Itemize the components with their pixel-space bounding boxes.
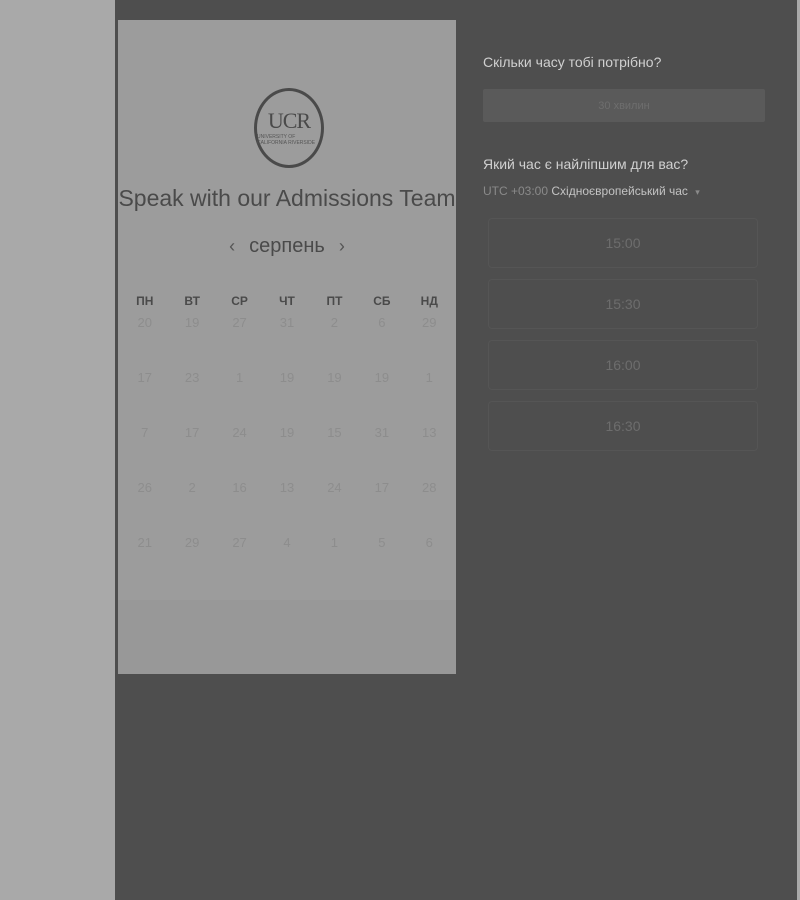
weekday-label: ЧТ xyxy=(279,294,295,308)
calendar-date[interactable]: 31 xyxy=(263,312,310,367)
calendar-date[interactable]: 17 xyxy=(358,477,405,532)
weekday-label: НД xyxy=(420,294,438,308)
weekday-label: СР xyxy=(231,294,248,308)
calendar-date[interactable]: 1 xyxy=(311,532,358,587)
scheduler-title: Speak with our Admissions Team xyxy=(118,185,456,211)
calendar-date[interactable]: 19 xyxy=(263,367,310,422)
calendar-date[interactable]: 1 xyxy=(406,367,453,422)
calendar-date[interactable]: 17 xyxy=(121,367,168,422)
chevron-left-icon[interactable]: ‹ xyxy=(229,236,235,257)
calendar-date[interactable]: 28 xyxy=(406,477,453,532)
logo-text: UCR xyxy=(267,108,311,133)
calendar-date[interactable]: 1 xyxy=(216,367,263,422)
calendar-date[interactable]: 17 xyxy=(168,422,215,477)
timezone-name: Східноєвропейський час xyxy=(551,184,688,198)
logo-subtext: UNIVERSITY OF CALIFORNIA RIVERSIDE xyxy=(257,134,316,146)
calendar-week: 21 29 27 4 1 5 6 xyxy=(121,532,453,587)
time-slot-list: 15:00 15:30 16:00 16:30 xyxy=(488,218,758,462)
calendar-date[interactable]: 23 xyxy=(168,367,215,422)
calendar-week: 20 19 27 31 2 6 29 xyxy=(121,312,453,367)
calendar-date[interactable]: 29 xyxy=(168,532,215,587)
calendar-card-footer xyxy=(118,600,456,674)
calendar-date[interactable]: 7 xyxy=(121,422,168,477)
calendar-date[interactable]: 19 xyxy=(168,312,215,367)
chevron-down-icon: ▾ xyxy=(695,187,700,197)
calendar-date[interactable]: 29 xyxy=(406,312,453,367)
calendar-date[interactable]: 27 xyxy=(216,312,263,367)
calendar-date[interactable]: 27 xyxy=(216,532,263,587)
calendar-date[interactable]: 5 xyxy=(358,532,405,587)
calendar-date[interactable]: 21 xyxy=(121,532,168,587)
calendar-week: 26 2 16 13 24 17 28 xyxy=(121,477,453,532)
calendar-date[interactable]: 15 xyxy=(311,422,358,477)
calendar-date[interactable]: 6 xyxy=(358,312,405,367)
weekday-label: ПН xyxy=(136,294,154,308)
calendar-date[interactable]: 6 xyxy=(406,532,453,587)
weekday-label: ПТ xyxy=(326,294,343,308)
calendar-date[interactable]: 19 xyxy=(311,367,358,422)
time-slot[interactable]: 15:00 xyxy=(488,218,758,268)
calendar-date[interactable]: 20 xyxy=(121,312,168,367)
calendar-date[interactable]: 16 xyxy=(216,477,263,532)
calendar-week: 17 23 1 19 19 19 1 xyxy=(121,367,453,422)
weekday-header: ПН ВТ СР ЧТ ПТ СБ НД xyxy=(121,290,453,312)
time-question: Який час є найліпшим для вас? xyxy=(483,156,689,172)
left-sidebar-area xyxy=(0,0,115,900)
duration-select[interactable]: 30 хвилин xyxy=(483,89,765,122)
time-slot[interactable]: 16:00 xyxy=(488,340,758,390)
calendar-date[interactable]: 19 xyxy=(358,367,405,422)
calendar-date[interactable]: 31 xyxy=(358,422,405,477)
calendar-grid: ПН ВТ СР ЧТ ПТ СБ НД 20 19 27 31 2 6 29 … xyxy=(121,290,453,587)
calendar-date[interactable]: 13 xyxy=(406,422,453,477)
timezone-selector[interactable]: UTC +03:00 Східноєвропейський час ▾ xyxy=(483,184,700,198)
calendar-date[interactable]: 2 xyxy=(168,477,215,532)
ucr-logo: UCR UNIVERSITY OF CALIFORNIA RIVERSIDE xyxy=(254,88,324,168)
weekday-label: СБ xyxy=(373,294,391,308)
timezone-offset: UTC +03:00 xyxy=(483,184,549,198)
month-label: серпень xyxy=(249,234,325,257)
weekday-label: ВТ xyxy=(184,294,200,308)
time-slot[interactable]: 16:30 xyxy=(488,401,758,451)
duration-question: Скільки часу тобі потрібно? xyxy=(483,54,662,70)
time-slot[interactable]: 15:30 xyxy=(488,279,758,329)
calendar-date[interactable]: 24 xyxy=(311,477,358,532)
month-navigation: ‹ серпень › xyxy=(118,233,456,259)
calendar-date[interactable]: 2 xyxy=(311,312,358,367)
calendar-date[interactable]: 19 xyxy=(263,422,310,477)
calendar-date[interactable]: 13 xyxy=(263,477,310,532)
calendar-week: 7 17 24 19 15 31 13 xyxy=(121,422,453,477)
chevron-right-icon[interactable]: › xyxy=(339,236,345,257)
calendar-date[interactable]: 24 xyxy=(216,422,263,477)
calendar-date[interactable]: 4 xyxy=(263,532,310,587)
calendar-date[interactable]: 26 xyxy=(121,477,168,532)
